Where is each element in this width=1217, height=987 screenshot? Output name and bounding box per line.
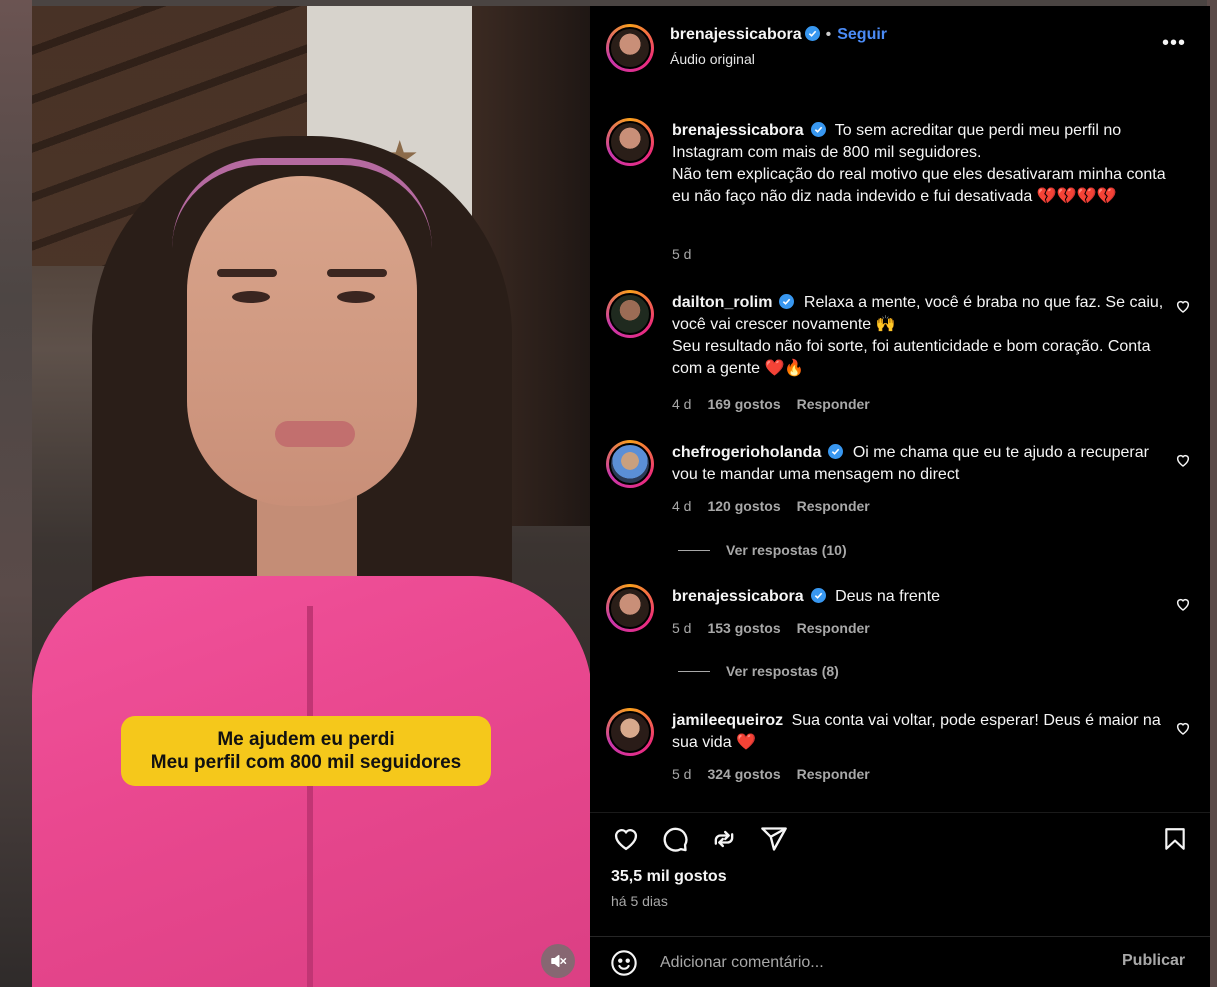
video-person-eye bbox=[232, 291, 270, 303]
publish-button[interactable]: Publicar bbox=[1122, 952, 1185, 970]
follow-button[interactable]: Seguir bbox=[837, 26, 887, 43]
comment-icon[interactable] bbox=[661, 825, 689, 853]
comment-username[interactable]: dailton_rolim bbox=[672, 294, 772, 311]
heart-icon[interactable] bbox=[611, 825, 641, 853]
backdrop-strip bbox=[0, 0, 32, 987]
comment-meta: 5 d 324 gostos Responder bbox=[672, 766, 886, 782]
reply-button[interactable]: Responder bbox=[797, 766, 870, 782]
like-comment-heart-icon[interactable] bbox=[1175, 452, 1191, 468]
comment-text: brenajessicabora Deus na frente bbox=[672, 586, 1177, 608]
verified-badge-icon bbox=[810, 588, 826, 603]
more-options-icon[interactable]: ••• bbox=[1162, 32, 1186, 55]
avatar-image bbox=[609, 121, 651, 163]
verified-badge-icon bbox=[779, 294, 795, 309]
reply-button[interactable]: Responder bbox=[797, 498, 870, 514]
post-author-username[interactable]: brenajessicabora bbox=[670, 26, 802, 43]
repost-icon[interactable] bbox=[710, 825, 738, 853]
comment-text: dailton_rolim Relaxa a mente, você é bra… bbox=[672, 292, 1177, 380]
post-header: brenajessicabora • Seguir Áudio original •… bbox=[590, 6, 1210, 94]
comment-text: chefrogerioholanda Oi me chama que eu te… bbox=[672, 442, 1177, 486]
avatar[interactable] bbox=[606, 584, 654, 632]
avatar[interactable] bbox=[606, 708, 654, 756]
reply-button[interactable]: Responder bbox=[797, 620, 870, 636]
view-replies-line bbox=[678, 670, 710, 672]
comment-text: brenajessicabora To sem acreditar que pe… bbox=[672, 120, 1177, 208]
avatar[interactable] bbox=[606, 440, 654, 488]
avatar-image bbox=[609, 711, 651, 753]
comment-username[interactable]: jamileequeiroz bbox=[672, 712, 783, 729]
likes-count[interactable]: 35,5 mil gostos bbox=[611, 868, 727, 886]
comment-body: Seu resultado não foi sorte, foi autenti… bbox=[672, 338, 1151, 377]
comment-body: Não tem explicação do real motivo que el… bbox=[672, 166, 1166, 205]
comment-meta: 5 d 153 gostos Responder bbox=[672, 620, 886, 636]
comments-list: brenajessicabora To sem acreditar que pe… bbox=[590, 94, 1210, 812]
add-comment-bar: Publicar bbox=[590, 936, 1210, 987]
comment-username[interactable]: brenajessicabora bbox=[672, 122, 804, 139]
comment-time: 4 d bbox=[672, 396, 692, 412]
mute-icon bbox=[551, 955, 567, 967]
video-person-eye bbox=[337, 291, 375, 303]
comment-time: 5 d bbox=[672, 246, 692, 262]
view-replies-line bbox=[678, 549, 710, 551]
video-caption-line: Meu perfil com 800 mil seguidores bbox=[150, 752, 462, 773]
comment-time: 5 d bbox=[672, 620, 692, 636]
reel-video[interactable]: ★ Me ajudem eu perdi Meu perfil com 800 … bbox=[32, 6, 590, 987]
comment-body: Deus na frente bbox=[835, 588, 941, 605]
like-comment-heart-icon[interactable] bbox=[1175, 298, 1191, 314]
view-replies-button[interactable]: Ver respostas (10) bbox=[678, 542, 847, 558]
view-replies-label: Ver respostas (10) bbox=[726, 542, 847, 558]
verified-badge-icon bbox=[804, 26, 820, 41]
comment-likes[interactable]: 120 gostos bbox=[707, 498, 780, 514]
comment-likes[interactable]: 153 gostos bbox=[707, 620, 780, 636]
comment-input[interactable] bbox=[660, 950, 1080, 976]
video-person bbox=[32, 136, 590, 987]
video-person-zip bbox=[307, 606, 313, 987]
verified-badge-icon bbox=[810, 122, 826, 137]
video-person-brow bbox=[217, 269, 277, 277]
comment-meta: 4 d 169 gostos Responder bbox=[672, 396, 886, 412]
avatar-image bbox=[609, 27, 651, 69]
comment-likes[interactable]: 169 gostos bbox=[707, 396, 780, 412]
verified-badge-icon bbox=[828, 444, 844, 459]
comment-time: 4 d bbox=[672, 498, 692, 514]
bookmark-icon[interactable] bbox=[1162, 825, 1188, 853]
comment-meta: 5 d bbox=[672, 246, 707, 262]
view-replies-button[interactable]: Ver respostas (8) bbox=[678, 663, 839, 679]
reply-button[interactable]: Responder bbox=[797, 396, 870, 412]
avatar[interactable] bbox=[606, 290, 654, 338]
like-comment-heart-icon[interactable] bbox=[1175, 596, 1191, 612]
share-icon[interactable] bbox=[760, 825, 788, 853]
post-panel: brenajessicabora • Seguir Áudio original •… bbox=[590, 6, 1210, 987]
comment-meta: 4 d 120 gostos Responder bbox=[672, 498, 886, 514]
mute-button[interactable] bbox=[541, 944, 575, 978]
post-timestamp[interactable]: há 5 dias bbox=[611, 893, 668, 909]
post-actions bbox=[590, 812, 1210, 862]
separator-dot: • bbox=[825, 26, 832, 43]
video-caption: Me ajudem eu perdi Meu perfil com 800 mi… bbox=[121, 716, 491, 786]
audio-label[interactable]: Áudio original bbox=[670, 51, 755, 67]
avatar-image bbox=[609, 293, 651, 335]
comment-username[interactable]: chefrogerioholanda bbox=[672, 444, 821, 461]
like-comment-heart-icon[interactable] bbox=[1175, 720, 1191, 736]
view-replies-label: Ver respostas (8) bbox=[726, 663, 839, 679]
video-person-lips bbox=[275, 421, 355, 447]
header-user-line: brenajessicabora • Seguir bbox=[670, 26, 887, 44]
comment-time: 5 d bbox=[672, 766, 692, 782]
video-caption-line: Me ajudem eu perdi bbox=[217, 729, 395, 750]
avatar-image bbox=[609, 587, 651, 629]
comment-text: jamileequeiroz Sua conta vai voltar, pod… bbox=[672, 710, 1177, 754]
avatar[interactable] bbox=[606, 118, 654, 166]
comment-likes[interactable]: 324 gostos bbox=[707, 766, 780, 782]
comment-username[interactable]: brenajessicabora bbox=[672, 588, 804, 605]
avatar[interactable] bbox=[606, 24, 654, 72]
emoji-icon[interactable] bbox=[610, 949, 638, 977]
video-person-brow bbox=[327, 269, 387, 277]
avatar-image bbox=[609, 443, 651, 485]
